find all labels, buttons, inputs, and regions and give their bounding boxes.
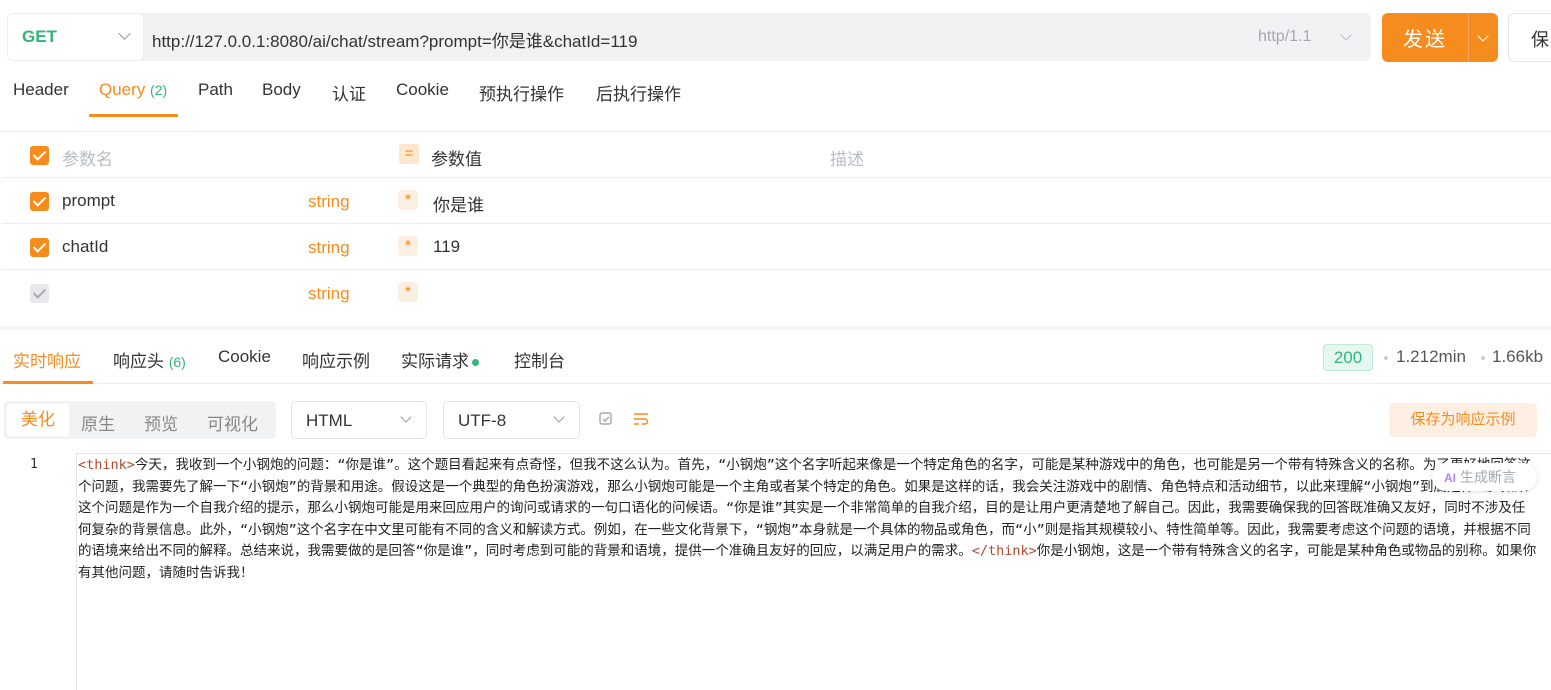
tab-actual-request[interactable]: 实际请求 <box>401 347 479 372</box>
param-row: prompt string * 你是谁 <box>2 178 1551 224</box>
generate-assertion-label: 生成断言 <box>1460 469 1516 485</box>
format-preview[interactable]: 预览 <box>144 410 178 435</box>
tab-query[interactable]: Query (2) <box>99 80 167 100</box>
response-time: 1.212min <box>1396 347 1466 366</box>
param-row-empty: string * <box>2 270 1551 316</box>
equals-icon: = <box>399 144 419 164</box>
send-label: 发送 <box>1403 29 1447 51</box>
format-raw[interactable]: 原生 <box>81 410 115 435</box>
param-checkbox[interactable] <box>30 284 49 303</box>
param-type[interactable]: string <box>308 238 350 258</box>
param-type[interactable]: string <box>308 284 350 304</box>
format-toggle: 美化 原生 预览 可视化 <box>4 401 276 439</box>
param-name[interactable]: prompt <box>62 191 115 211</box>
required-icon[interactable]: * <box>398 282 418 302</box>
param-type[interactable]: string <box>308 192 350 212</box>
copy-icon[interactable] <box>597 410 615 428</box>
active-tab-indicator <box>3 381 93 384</box>
param-name-header: 参数名 <box>62 150 113 169</box>
content-type-select[interactable]: HTML <box>291 401 427 439</box>
think-open-tag: <think> <box>78 457 135 473</box>
response-size: 1.66kb <box>1492 347 1544 366</box>
url-input[interactable]: http://127.0.0.1:8080/ai/chat/stream?pro… <box>152 27 637 52</box>
tab-console[interactable]: 控制台 <box>514 347 565 372</box>
required-icon[interactable]: * <box>398 190 418 210</box>
generate-assertion-button[interactable]: AI 生成断言 <box>1432 463 1537 491</box>
required-icon[interactable]: * <box>398 236 418 256</box>
active-tab-indicator <box>89 114 178 117</box>
param-value-header: 参数值 <box>431 150 482 169</box>
send-dropdown-icon[interactable] <box>1477 29 1489 42</box>
response-tabs: 实时响应 响应头 (6) Cookie 响应示例 实际请求 控制台 200 1.… <box>0 330 1551 384</box>
chevron-down-icon <box>1340 29 1352 41</box>
tab-response-example[interactable]: 响应示例 <box>302 347 370 372</box>
select-all-checkbox[interactable] <box>30 146 49 165</box>
ai-icon: AI <box>1444 471 1456 485</box>
tab-post-actions[interactable]: 后执行操作 <box>596 80 681 105</box>
tab-response-headers-label: 响应头 <box>113 352 164 371</box>
request-tabs: Header Query (2) Path Body 认证 Cookie 预执行… <box>0 76 1551 118</box>
send-divider <box>1468 13 1469 62</box>
send-button[interactable]: 发送 <box>1382 13 1498 62</box>
params-header-row: 参数名 = 参数值 描述 <box>2 132 1551 178</box>
param-checkbox[interactable] <box>30 192 49 211</box>
format-visualize[interactable]: 可视化 <box>207 410 258 435</box>
save-button[interactable]: 保 <box>1508 13 1551 62</box>
response-body-text[interactable]: <think>今天，我收到一个小钢炮的问题：“你是谁”。这个题目看起来有点奇怪，… <box>78 455 1538 584</box>
status-badge: 200 <box>1323 344 1373 371</box>
save-as-example-button[interactable]: 保存为响应示例 <box>1389 403 1537 437</box>
param-name[interactable]: chatId <box>62 237 108 257</box>
chevron-down-icon <box>118 27 131 40</box>
separator-dot <box>1384 356 1388 360</box>
tab-cookie[interactable]: Cookie <box>396 80 449 100</box>
method-select[interactable]: GET <box>7 13 144 61</box>
param-checkbox[interactable] <box>30 238 49 257</box>
tab-pre-actions[interactable]: 预执行操作 <box>479 80 564 105</box>
param-row: chatId string * 119 <box>2 224 1551 270</box>
tab-query-label: Query <box>99 80 146 99</box>
url-bar: GET http://127.0.0.1:8080/ai/chat/stream… <box>7 13 1371 61</box>
encoding-value: UTF-8 <box>458 411 507 430</box>
tab-response-headers-count: (6) <box>168 354 186 370</box>
protocol-select[interactable]: http/1.1 <box>1258 28 1311 46</box>
tab-actual-request-label: 实际请求 <box>401 352 469 371</box>
method-label: GET <box>22 27 57 46</box>
tab-path[interactable]: Path <box>198 80 233 100</box>
tab-live-response[interactable]: 实时响应 <box>13 347 81 372</box>
param-value[interactable]: 119 <box>433 237 460 257</box>
chevron-down-icon <box>400 411 412 423</box>
status-dot-icon <box>472 359 479 367</box>
format-beautify[interactable]: 美化 <box>7 404 69 436</box>
tab-response-cookie[interactable]: Cookie <box>218 347 271 367</box>
chevron-down-icon <box>553 411 565 423</box>
separator-dot <box>1481 356 1485 360</box>
line-number: 1 <box>30 457 38 472</box>
encoding-select[interactable]: UTF-8 <box>443 401 580 439</box>
tab-auth[interactable]: 认证 <box>332 80 366 105</box>
tab-header[interactable]: Header <box>13 80 69 100</box>
tab-body[interactable]: Body <box>262 80 301 100</box>
param-desc-header: 描述 <box>830 150 864 169</box>
tab-query-count: (2) <box>150 82 168 98</box>
content-type-value: HTML <box>306 411 353 430</box>
param-value[interactable]: 你是谁 <box>433 191 484 216</box>
think-close-tag: </think> <box>971 543 1037 559</box>
wrap-lines-icon[interactable] <box>632 410 650 428</box>
tab-response-headers[interactable]: 响应头 (6) <box>113 347 186 372</box>
